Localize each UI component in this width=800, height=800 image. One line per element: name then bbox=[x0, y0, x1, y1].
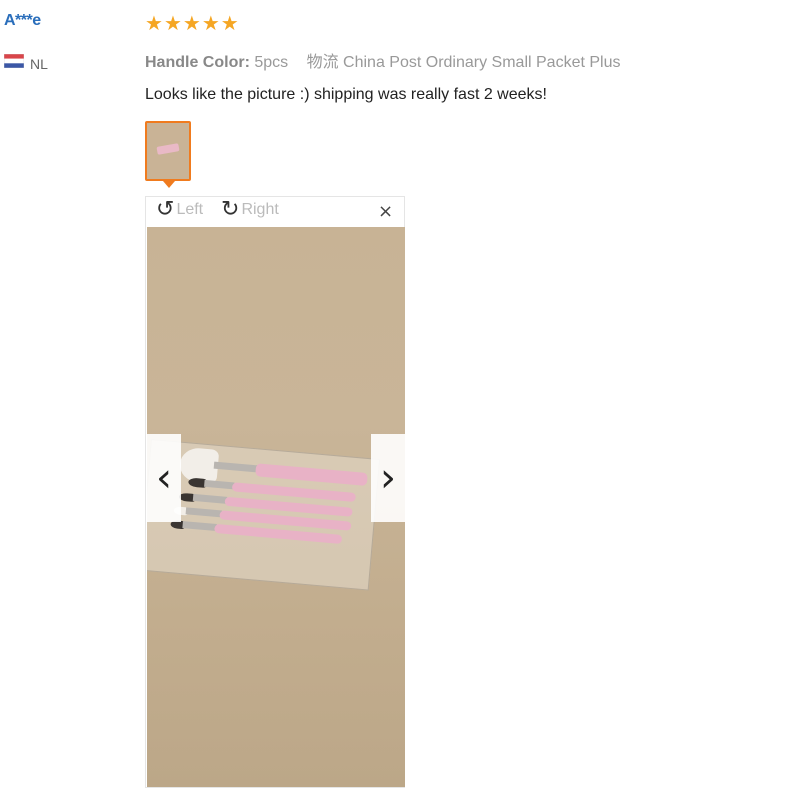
rotate-left-button[interactable]: ↺ Left bbox=[156, 198, 203, 222]
review-photo-thumbnail[interactable] bbox=[145, 121, 191, 181]
rotate-left-label: Left bbox=[176, 201, 204, 218]
attribute-value: 5pcs bbox=[254, 54, 289, 71]
logistics-text: 物流 China Post Ordinary Small Packet Plus bbox=[306, 54, 621, 71]
brush-handle bbox=[255, 463, 368, 486]
thumbnail-image bbox=[156, 143, 180, 155]
brush-ferrule bbox=[213, 461, 259, 473]
close-icon[interactable]: × bbox=[378, 203, 393, 221]
brush-ferrule bbox=[204, 479, 235, 490]
brush-ferrule bbox=[192, 493, 228, 504]
brush-ferrule bbox=[182, 521, 217, 532]
star-icon: ★ bbox=[201, 11, 220, 35]
review-photo bbox=[147, 227, 405, 787]
reviewer-name: A***e bbox=[4, 12, 41, 29]
brush-pouch bbox=[147, 439, 381, 591]
previous-photo-button[interactable]: ‹ bbox=[147, 434, 181, 522]
netherlands-flag-icon bbox=[4, 54, 24, 68]
rotate-right-button[interactable]: ↻ Right bbox=[221, 198, 279, 222]
next-photo-button[interactable]: › bbox=[371, 434, 405, 522]
star-icon: ★ bbox=[220, 11, 239, 35]
thumbnail-pointer bbox=[163, 181, 175, 188]
rotate-right-icon: ↻ bbox=[221, 197, 240, 222]
star-icon: ★ bbox=[182, 11, 201, 35]
rotate-left-icon: ↺ bbox=[156, 197, 175, 222]
attribute-label: Handle Color: bbox=[145, 54, 250, 71]
star-rating: ★ ★ ★ ★ ★ bbox=[145, 12, 239, 34]
star-icon: ★ bbox=[163, 11, 182, 35]
chevron-left-icon: ‹ bbox=[156, 455, 172, 501]
rotate-right-label: Right bbox=[241, 201, 279, 218]
reviewer-country: NL bbox=[30, 56, 48, 72]
review-text: Looks like the picture :) shipping was r… bbox=[145, 86, 547, 103]
product-attributes: Handle Color: 5pcs 物流 China Post Ordinar… bbox=[145, 48, 621, 72]
brush-ferrule bbox=[185, 507, 223, 518]
chevron-right-icon: › bbox=[380, 455, 396, 501]
star-icon: ★ bbox=[145, 11, 163, 35]
